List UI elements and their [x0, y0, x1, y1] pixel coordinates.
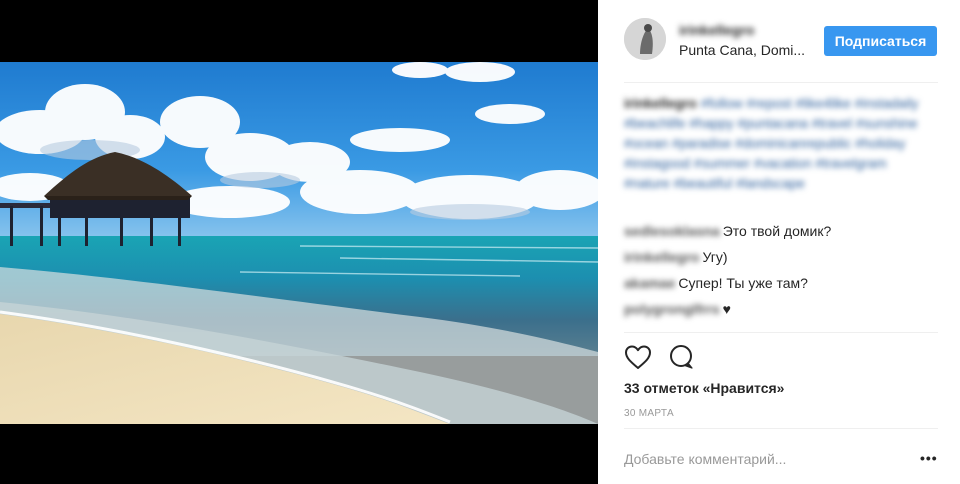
- comment-item: akamae Супер! Ты уже там?: [624, 270, 938, 296]
- comment-username[interactable]: akamae: [624, 270, 675, 296]
- location-link[interactable]: Punta Cana, Domi...: [679, 42, 805, 58]
- comment-item: irinkellegro Угу): [624, 244, 938, 270]
- username[interactable]: irinkellegro: [679, 22, 754, 38]
- comment-item: polygronglfrrs ♥: [624, 296, 938, 322]
- post-photo[interactable]: [0, 0, 598, 484]
- post-header: irinkellegro Punta Cana, Domi... Подписа…: [624, 18, 938, 62]
- comment-username[interactable]: sedlesoklasna: [624, 218, 720, 244]
- divider: [624, 82, 938, 83]
- post-dialog: irinkellegro Punta Cana, Domi... Подписа…: [0, 0, 960, 484]
- comment-item: sedlesoklasna Это твой домик?: [624, 218, 938, 244]
- post-date[interactable]: 30 МАРТА: [624, 408, 674, 419]
- comment-list: sedlesoklasna Это твой домик? irinkellegr…: [624, 218, 938, 322]
- follow-button[interactable]: Подписаться: [824, 26, 937, 56]
- comment-text: Угу): [702, 249, 728, 265]
- add-comment-input[interactable]: Добавьте комментарий...: [624, 451, 786, 467]
- avatar-image: [624, 18, 666, 60]
- avatar[interactable]: [624, 18, 666, 60]
- divider: [624, 428, 938, 429]
- comment-text: Супер! Ты уже там?: [678, 275, 808, 291]
- heart-icon[interactable]: [624, 344, 652, 375]
- beach-photo-illustration: [0, 62, 598, 424]
- likes-count[interactable]: 33 отметок «Нравится»: [624, 380, 784, 396]
- comment-icon[interactable]: [668, 344, 696, 375]
- divider: [624, 332, 938, 333]
- post-caption: irinkellegro #follow #repost #like4like #…: [624, 94, 928, 194]
- post-sidebar: irinkellegro Punta Cana, Domi... Подписа…: [598, 0, 960, 484]
- comment-username[interactable]: irinkellegro: [624, 244, 699, 270]
- comment-username[interactable]: polygronglfrrs: [624, 296, 720, 322]
- caption-username[interactable]: irinkellegro: [624, 96, 697, 111]
- action-bar: [624, 344, 724, 372]
- more-options-icon[interactable]: •••: [920, 450, 938, 466]
- comment-text: ♥: [722, 301, 731, 317]
- comment-text: Это твой домик?: [722, 223, 832, 239]
